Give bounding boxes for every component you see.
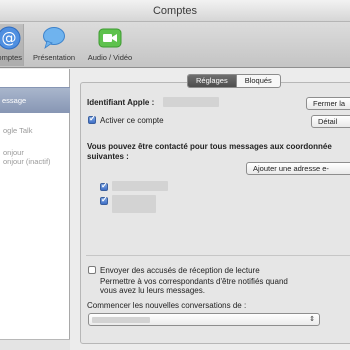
apple-id-value	[163, 97, 219, 107]
toolbar-audio-video-label: Audio / Vidéo	[87, 53, 133, 62]
read-receipts-desc-line2: vous avez lu leurs messages.	[100, 286, 205, 295]
enable-account-label: Activer ce compte	[100, 116, 164, 125]
address-value-2	[112, 195, 156, 213]
start-conversations-label: Commencer les nouvelles conversations de…	[87, 301, 247, 310]
toolbar-presentation[interactable]: Présentation	[30, 24, 78, 66]
address-value-1	[112, 181, 168, 191]
popup-arrows-icon: ⇕	[309, 316, 315, 323]
tab-bloques[interactable]: Bloqués	[235, 75, 280, 87]
toolbar-audio-video[interactable]: Audio / Vidéo	[82, 24, 138, 66]
title-bar: Comptes	[0, 0, 350, 22]
start-conversations-value	[92, 317, 150, 323]
sidebar-footer	[0, 339, 70, 350]
section-divider	[86, 255, 350, 256]
read-receipts-desc-line1: Permettre à vos correspondants d'être no…	[100, 277, 288, 286]
settings-tabs: Réglages Bloqués	[187, 74, 281, 88]
toolbar-comptes-label: Comptes	[0, 53, 22, 62]
window-title: Comptes	[152, 5, 198, 17]
sidebar-item-selected-label: essage	[2, 96, 27, 105]
sidebar-item-bonjour[interactable]: onjour	[3, 148, 24, 157]
sidebar-item-bonjour-status: onjour (inactif)	[3, 157, 51, 166]
toolbar-presentation-label: Présentation	[32, 53, 76, 62]
read-receipts-checkbox[interactable]	[88, 266, 96, 274]
add-address-button[interactable]: Ajouter une adresse e-	[246, 162, 350, 175]
at-sign-icon: @	[0, 26, 21, 50]
toolbar-comptes[interactable]: @ Comptes	[0, 24, 24, 66]
sidebar-item-selected[interactable]: essage	[0, 87, 70, 113]
speech-bubble-icon	[43, 27, 65, 49]
enable-account-checkbox[interactable]	[88, 114, 96, 124]
svg-text:@: @	[2, 29, 17, 47]
address-checkbox-2[interactable]	[100, 195, 108, 205]
close-button[interactable]: Fermer la	[306, 97, 350, 110]
sidebar-item-google-talk[interactable]: ogle Talk	[3, 126, 32, 135]
address-checkbox-1[interactable]	[100, 181, 108, 191]
contact-text-line2: suivantes :	[87, 152, 129, 161]
start-conversations-popup[interactable]: ⇕	[88, 313, 320, 326]
details-button[interactable]: Détail	[311, 115, 350, 128]
tab-reglages[interactable]: Réglages	[188, 75, 236, 87]
video-camera-icon	[98, 28, 122, 48]
apple-id-label: Identifiant Apple :	[87, 98, 155, 107]
read-receipts-label: Envoyer des accusés de réception de lect…	[100, 266, 260, 275]
contact-text-line1: Vous pouvez être contacté pour tous mess…	[87, 142, 332, 151]
accounts-sidebar: essage ogle Talk onjour onjour (inactif)	[0, 69, 70, 350]
toolbar: @ Comptes Présentation Audio / Vidéo	[0, 22, 350, 68]
